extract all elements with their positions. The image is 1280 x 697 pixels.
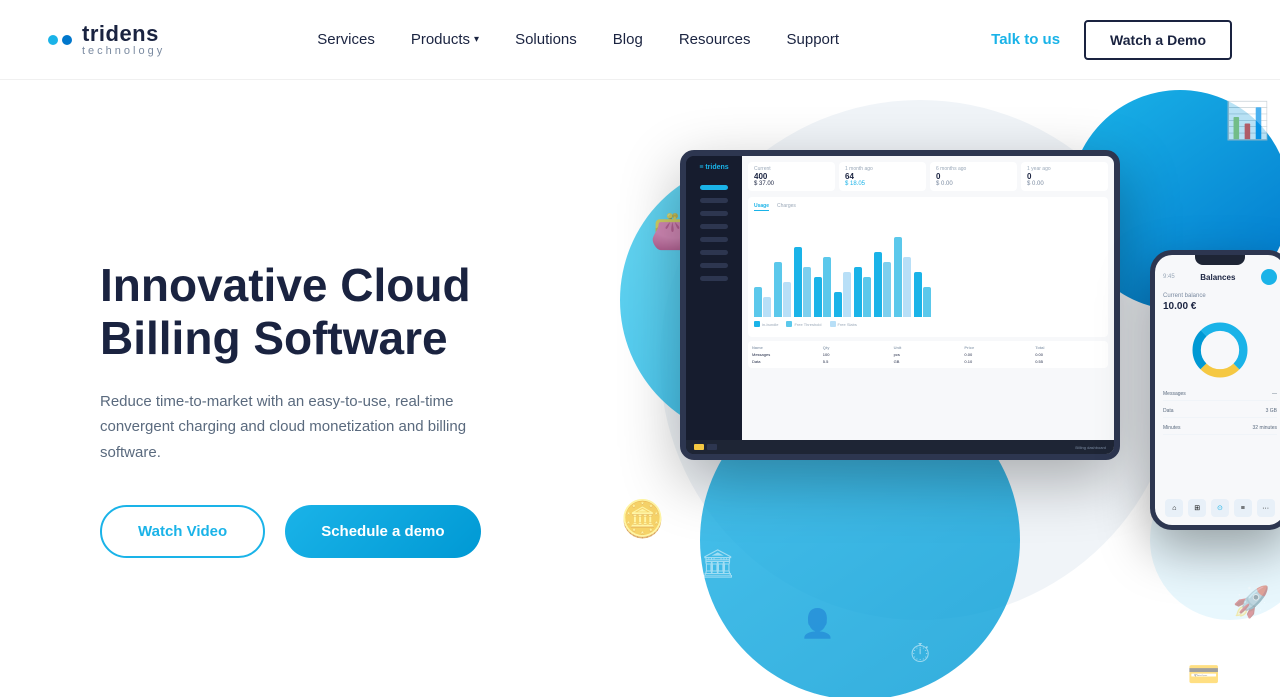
phone-notch <box>1195 255 1245 265</box>
phone-nav: ⌂ ⊞ ⊙ ≡ ··· <box>1155 499 1280 517</box>
sidebar-item <box>700 237 728 242</box>
stat-card-year: 1 year ago 0 $ 0.00 <box>1021 162 1108 191</box>
hero-headline: Innovative CloudBilling Software <box>100 259 580 365</box>
header: tridens technology Services Products ▾ S… <box>0 0 1280 80</box>
chart-bars <box>754 217 1102 317</box>
nav-resources[interactable]: Resources <box>679 31 751 48</box>
logo-dots <box>48 35 72 45</box>
usage-val: 3 GB <box>1266 408 1277 414</box>
phone-nav-home: ⌂ <box>1165 499 1183 517</box>
chevron-down-icon: ▾ <box>474 34 479 45</box>
main-nav: Services Products ▾ Solutions Blog Resou… <box>317 31 839 48</box>
header-actions: Talk to us Watch a Demo <box>991 20 1232 60</box>
phone-device: 9:45 Balances Current balance 10.00 € <box>1150 250 1280 530</box>
stats-row: Current 400 $ 37.00 1 month ago 64 $ 18.… <box>748 162 1108 191</box>
bank-icon: 🏛 <box>700 547 736 580</box>
hero-subtext: Reduce time-to-market with an easy-to-us… <box>100 389 520 466</box>
logo-name: tridens <box>82 23 165 45</box>
sidebar-item <box>700 185 728 190</box>
usage-val: 32 minutes <box>1253 425 1277 431</box>
hero-left: Innovative CloudBilling Software Reduce … <box>100 259 580 558</box>
chart-area: Usage Charges <box>748 197 1108 337</box>
percent-icon: 🪙 <box>620 498 665 540</box>
tablet-bottom-bar: Billing dashboard <box>686 440 1114 454</box>
schedule-demo-button[interactable]: Schedule a demo <box>285 505 480 558</box>
stat-card-1month: 1 month ago 64 $ 18.05 <box>839 162 926 191</box>
analytics-icon: 📊 <box>1225 100 1270 142</box>
logo-sub: technology <box>82 46 165 57</box>
watch-demo-button[interactable]: Watch a Demo <box>1084 20 1232 60</box>
nav-support[interactable]: Support <box>787 31 840 48</box>
usage-val: — <box>1272 391 1277 397</box>
usage-item-data: Data 3 GB <box>1163 405 1277 418</box>
usage-label: Data <box>1163 408 1174 414</box>
rocket-icon: 🚀 <box>1233 585 1270 620</box>
logo-dot-dark <box>62 35 72 45</box>
hero-section: Innovative CloudBilling Software Reduce … <box>0 80 1280 697</box>
sidebar-item <box>700 211 728 216</box>
avatar <box>1261 269 1277 285</box>
speedometer-icon: ⏱ <box>910 638 930 670</box>
logo-text: tridens technology <box>82 23 165 57</box>
nav-services[interactable]: Services <box>317 31 375 48</box>
hero-buttons: Watch Video Schedule a demo <box>100 505 580 558</box>
phone-nav-more: ··· <box>1257 499 1275 517</box>
logo-dot-blue <box>48 35 58 45</box>
sidebar-item <box>700 263 728 268</box>
nav-solutions[interactable]: Solutions <box>515 31 577 48</box>
phone-nav-services: ⊞ <box>1188 499 1206 517</box>
phone-inner: 9:45 Balances Current balance 10.00 € <box>1155 255 1280 525</box>
nav-products[interactable]: Products ▾ <box>411 31 479 48</box>
donut-chart <box>1163 320 1277 380</box>
tablet-content: Current 400 $ 37.00 1 month ago 64 $ 18.… <box>742 156 1114 454</box>
balance-value: 10.00 € <box>1163 301 1277 312</box>
tablet-sidebar: ≡ tridens <box>686 156 742 454</box>
stat-card-current: Current 400 $ 37.00 <box>748 162 835 191</box>
data-table: Name Qty Unit Price Total Messages 100 p… <box>748 341 1108 368</box>
phone-nav-payments: ≡ <box>1234 499 1252 517</box>
stat-card-6month: 6 months ago 0 $ 0.00 <box>930 162 1017 191</box>
sidebar-item <box>700 250 728 255</box>
phone-title: Balances <box>1200 273 1235 282</box>
watch-video-button[interactable]: Watch Video <box>100 505 265 558</box>
phone-header: 9:45 Balances <box>1163 269 1277 285</box>
usage-item-messages: Messages — <box>1163 388 1277 401</box>
person-icon: 👤 <box>800 607 835 640</box>
balance-label: Current balance <box>1163 293 1277 299</box>
nav-blog[interactable]: Blog <box>613 31 643 48</box>
sidebar-item <box>700 276 728 281</box>
usage-label: Messages <box>1163 391 1186 397</box>
usage-list: Messages — Data 3 GB Minutes 32 minutes <box>1163 388 1277 435</box>
hero-illustration: 👛 ◑ 📊 📈 🪙 👤 ⏱ 🚀 💳 🏛 ≡ tridens <box>600 80 1280 697</box>
usage-label: Minutes <box>1163 425 1181 431</box>
tablet-logo: ≡ tridens <box>699 164 728 171</box>
talk-to-us-link[interactable]: Talk to us <box>991 31 1060 48</box>
tablet-device: ≡ tridens Current 400 $ 37.0 <box>680 150 1120 460</box>
sidebar-item <box>700 198 728 203</box>
logo[interactable]: tridens technology <box>48 23 165 57</box>
card-icon: 💳 <box>1188 659 1220 690</box>
sidebar-item <box>700 224 728 229</box>
usage-item-minutes: Minutes 32 minutes <box>1163 422 1277 435</box>
tablet-inner: ≡ tridens Current 400 $ 37.0 <box>686 156 1114 454</box>
phone-nav-balance: ⊙ <box>1211 499 1229 517</box>
